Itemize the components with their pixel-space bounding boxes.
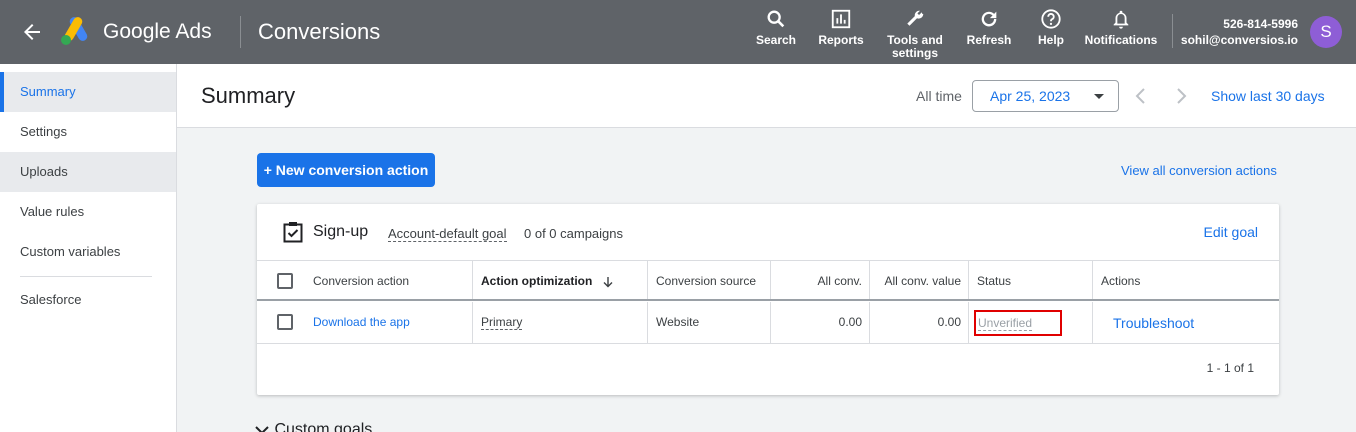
- reports-label: Reports: [818, 33, 864, 47]
- sidebar: Summary Settings Uploads Value rules Cus…: [0, 64, 177, 432]
- goal-campaigns-count: 0 of 0 campaigns: [524, 226, 624, 241]
- sort-down-arrow-icon: [603, 276, 613, 288]
- sidebar-item-value-rules[interactable]: Value rules: [0, 192, 176, 232]
- brand-name: Google Ads: [103, 20, 212, 43]
- all-conv-value-cell: 0.00: [869, 302, 969, 343]
- show-last-30-days-link[interactable]: Show last 30 days: [1211, 88, 1325, 104]
- sidebar-item-salesforce[interactable]: Salesforce: [0, 280, 176, 320]
- custom-goals-label: Custom goals: [274, 421, 373, 432]
- google-ads-logo-icon: [61, 17, 88, 45]
- chevron-left-icon[interactable]: [1131, 84, 1151, 108]
- tools-settings-button[interactable]: Tools and settings: [884, 8, 946, 60]
- wrench-icon: [907, 10, 924, 26]
- bell-icon: [1113, 10, 1129, 29]
- reports-button[interactable]: Reports: [816, 8, 866, 47]
- table-row: Download the app Primary Website 0.00 0.…: [257, 302, 1279, 344]
- header-actions: Actions: [1092, 261, 1279, 299]
- search-button[interactable]: Search: [753, 8, 799, 47]
- date-range-label: All time: [916, 88, 962, 104]
- goal-card: Sign-up Account-default goal 0 of 0 camp…: [257, 204, 1279, 395]
- date-picker[interactable]: Apr 25, 2023: [972, 80, 1119, 112]
- view-all-conversion-actions-link[interactable]: View all conversion actions: [1121, 163, 1277, 178]
- pagination-status: 1 - 1 of 1: [1206, 361, 1254, 375]
- all-conv-cell: 0.00: [770, 302, 870, 343]
- header-divider: [240, 16, 241, 48]
- top-bar: Google Ads Conversions Search Reports To…: [0, 0, 1356, 64]
- page-title: Summary: [201, 83, 296, 108]
- sidebar-item-settings[interactable]: Settings: [0, 112, 176, 152]
- account-divider: [1172, 14, 1173, 48]
- search-icon: [767, 10, 785, 28]
- action-optimization-cell[interactable]: Primary: [472, 302, 647, 343]
- header-conversion-source[interactable]: Conversion source: [647, 261, 771, 299]
- page-section-title: Conversions: [258, 19, 381, 44]
- header-action-optimization-label: Action optimization: [481, 274, 593, 288]
- reports-icon: [831, 9, 851, 29]
- sidebar-item-summary[interactable]: Summary: [0, 72, 176, 112]
- search-label: Search: [755, 33, 797, 47]
- row-checkbox[interactable]: [277, 314, 293, 330]
- help-label: Help: [1037, 33, 1064, 47]
- refresh-button[interactable]: Refresh: [964, 8, 1014, 47]
- conversion-action-link[interactable]: Download the app: [305, 302, 473, 343]
- header-action-optimization[interactable]: Action optimization: [472, 261, 647, 299]
- account-info[interactable]: 526-814-5996 sohil@conversios.io: [1181, 16, 1298, 48]
- account-email: sohil@conversios.io: [1180, 33, 1298, 47]
- sidebar-item-uploads[interactable]: Uploads: [0, 152, 176, 192]
- dropdown-caret-icon: [1094, 94, 1104, 99]
- action-optimization-value: Primary: [481, 315, 523, 330]
- account-id: 526-814-5996: [1223, 17, 1298, 31]
- header-conversion-action[interactable]: Conversion action: [305, 261, 473, 299]
- notifications-label: Notifications: [1084, 33, 1158, 47]
- refresh-icon: [981, 11, 997, 27]
- clipboard-check-icon: [283, 222, 303, 243]
- back-arrow-icon[interactable]: [20, 20, 44, 44]
- status-highlight-box: [974, 310, 1062, 336]
- conversion-source-cell: Website: [647, 302, 771, 343]
- select-all-checkbox[interactable]: [277, 273, 293, 289]
- header-all-conv[interactable]: All conv.: [770, 261, 870, 299]
- notifications-button[interactable]: Notifications: [1082, 8, 1160, 47]
- goal-title: Sign-up: [313, 223, 369, 240]
- avatar[interactable]: S: [1310, 16, 1342, 48]
- troubleshoot-link[interactable]: Troubleshoot: [1113, 302, 1194, 344]
- help-button[interactable]: Help: [1032, 8, 1070, 47]
- sidebar-item-custom-variables[interactable]: Custom variables: [0, 232, 176, 272]
- account-default-goal-label[interactable]: Account-default goal: [388, 226, 507, 242]
- chevron-down-icon: [255, 426, 269, 432]
- help-icon: [1041, 9, 1061, 29]
- custom-goals-section[interactable]: Custom goals: [254, 421, 372, 432]
- date-picker-value: Apr 25, 2023: [990, 88, 1071, 104]
- header-all-conv-value[interactable]: All conv. value: [869, 261, 969, 299]
- page-header: Summary All time Apr 25, 2023 Show last …: [177, 64, 1356, 128]
- refresh-label: Refresh: [966, 33, 1012, 47]
- sidebar-divider: [20, 276, 152, 277]
- chevron-right-icon[interactable]: [1171, 84, 1191, 108]
- tools-settings-label: Tools and settings: [887, 33, 943, 60]
- new-conversion-action-button[interactable]: + New conversion action: [257, 153, 435, 187]
- edit-goal-link[interactable]: Edit goal: [1204, 224, 1258, 240]
- table-header-row: Conversion action Action optimization Co…: [257, 260, 1279, 301]
- header-status[interactable]: Status: [968, 261, 1093, 299]
